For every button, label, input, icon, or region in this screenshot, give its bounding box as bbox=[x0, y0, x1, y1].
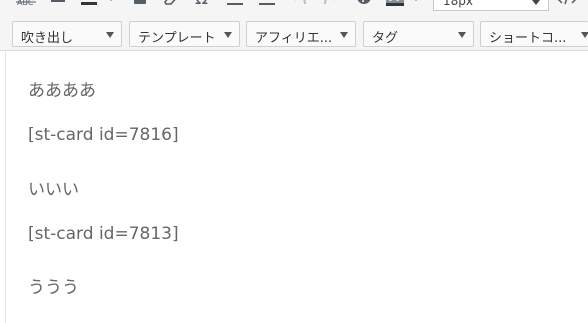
chevron-down-icon bbox=[224, 32, 232, 38]
special-character-icon[interactable]: Ω bbox=[194, 0, 212, 12]
svg-text:Ω: Ω bbox=[195, 0, 208, 9]
shortcode-dropdown-label: ショートコ... bbox=[489, 31, 567, 46]
svg-text:ABC: ABC bbox=[17, 0, 34, 7]
tag-dropdown[interactable]: タグ bbox=[363, 21, 474, 47]
indent-icon[interactable] bbox=[258, 0, 276, 12]
paste-as-text-icon[interactable] bbox=[132, 0, 148, 12]
fukidashi-dropdown[interactable]: 吹き出し bbox=[12, 21, 122, 47]
font-size-select[interactable]: 18px bbox=[433, 0, 549, 11]
chevron-down-icon bbox=[581, 32, 588, 38]
tag-dropdown-label: タグ bbox=[372, 31, 399, 46]
strikethrough-icon[interactable]: ABC bbox=[16, 0, 36, 12]
editor-paragraph[interactable]: ううう bbox=[28, 273, 79, 298]
shortcode-dropdown[interactable]: ショートコ... bbox=[480, 21, 588, 47]
text-color-dropdown-icon[interactable] bbox=[105, 0, 117, 12]
chevron-down-icon bbox=[532, 0, 540, 5]
toolbar-row-1: ABC A Ω bbox=[0, 0, 588, 14]
background-color-icon[interactable]: A bbox=[386, 0, 404, 12]
editor-toolbar: ABC A Ω bbox=[0, 0, 588, 51]
font-size-value: 18px bbox=[443, 0, 473, 8]
editor-paragraph[interactable]: [st-card id=7813] bbox=[28, 224, 179, 244]
horizontal-rule-icon[interactable] bbox=[50, 0, 66, 12]
affiliate-dropdown-label: アフィリエ... bbox=[255, 31, 333, 46]
chevron-down-icon bbox=[458, 32, 466, 38]
fukidashi-dropdown-label: 吹き出し bbox=[21, 31, 74, 46]
editor-paragraph[interactable]: いいい bbox=[28, 175, 79, 200]
editor-paragraph[interactable]: ああああ bbox=[28, 76, 96, 101]
clear-formatting-icon[interactable] bbox=[162, 0, 180, 12]
template-dropdown[interactable]: テンプレート bbox=[129, 21, 240, 47]
affiliate-dropdown[interactable]: アフィリエ... bbox=[246, 21, 356, 47]
chevron-down-icon bbox=[106, 32, 114, 38]
undo-icon[interactable] bbox=[290, 0, 308, 12]
template-dropdown-label: テンプレート bbox=[138, 31, 216, 46]
svg-text:?: ? bbox=[361, 0, 367, 5]
editor-paragraph[interactable]: [st-card id=7816] bbox=[28, 125, 179, 145]
outdent-icon[interactable] bbox=[226, 0, 244, 12]
code-view-icon[interactable] bbox=[556, 0, 578, 12]
help-icon[interactable]: ? bbox=[356, 0, 372, 12]
chevron-down-icon bbox=[340, 32, 348, 38]
background-color-dropdown-icon[interactable] bbox=[410, 0, 422, 12]
editor-content-area[interactable]: ああああ [st-card id=7816] いいい [st-card id=7… bbox=[5, 51, 588, 323]
redo-icon[interactable] bbox=[322, 0, 340, 12]
text-color-icon[interactable]: A bbox=[80, 0, 98, 12]
